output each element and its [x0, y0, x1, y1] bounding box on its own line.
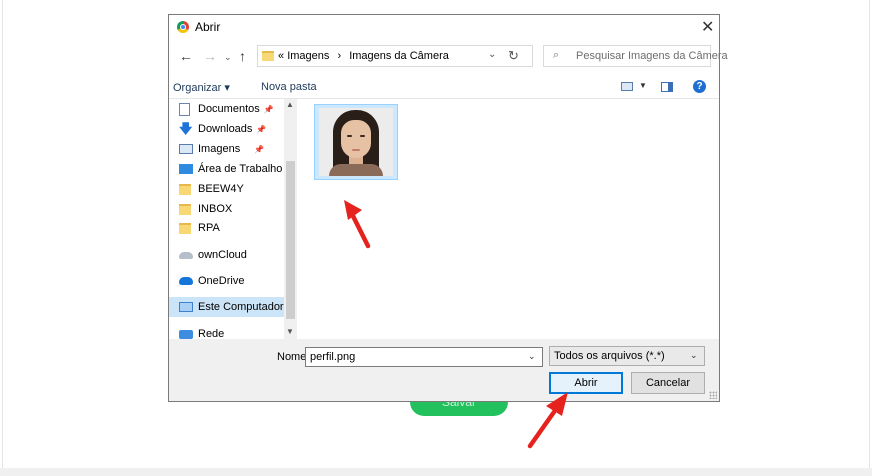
- document-icon: [179, 102, 190, 116]
- nav-item-area-de-trabalho[interactable]: Área de Trabalho: [179, 159, 295, 179]
- nav-item-inbox[interactable]: INBOX: [179, 199, 295, 219]
- address-box[interactable]: « Imagens › Imagens da Câmera ⌄ ↻: [257, 45, 533, 67]
- nav-item-rpa[interactable]: RPA: [179, 218, 295, 238]
- refresh-icon[interactable]: ↻: [508, 48, 519, 64]
- network-icon: [179, 329, 193, 339]
- nav-item-label: Este Computador: [198, 301, 284, 313]
- recent-locations-chevron-icon[interactable]: ⌄: [224, 52, 232, 63]
- file-type-select[interactable]: Todos os arquivos (*.*) ⌄: [549, 346, 705, 366]
- view-options-chevron-icon[interactable]: ▼: [639, 81, 647, 90]
- breadcrumb-images[interactable]: Imagens: [287, 50, 329, 62]
- nav-item-este-computador[interactable]: Este Computador: [169, 297, 285, 317]
- file-thumbnail-perfil[interactable]: [314, 104, 398, 180]
- nav-item-onedrive[interactable]: OneDrive: [179, 271, 295, 291]
- onedrive-icon: [179, 277, 193, 285]
- nav-item-imagens[interactable]: Imagens 📌: [179, 139, 295, 159]
- scroll-up-chevron-icon[interactable]: ▲: [286, 100, 294, 109]
- nav-item-label: Documentos: [198, 103, 260, 115]
- download-icon: 🡇: [179, 121, 193, 136]
- nav-item-label: OneDrive: [198, 275, 245, 287]
- search-placeholder: Pesquisar Imagens da Câmera: [576, 50, 728, 62]
- page-footer-strip: [0, 468, 872, 476]
- file-type-value: Todos os arquivos (*.*): [554, 350, 665, 362]
- portrait-eye: [360, 135, 365, 137]
- address-prefix: «: [278, 50, 285, 62]
- nav-item-downloads[interactable]: 🡇 Downloads 📌: [179, 119, 295, 139]
- portrait-face: [341, 120, 371, 158]
- filename-dropdown-chevron-icon[interactable]: ⌄: [528, 351, 536, 362]
- chrome-icon: [177, 21, 189, 33]
- close-icon[interactable]: ✕: [701, 17, 714, 37]
- portrait-eye: [347, 135, 352, 137]
- address-dropdown-chevron-icon[interactable]: ⌄: [488, 49, 496, 60]
- filename-value: perfil.png: [310, 351, 356, 363]
- annotation-arrow-icon: [527, 392, 568, 449]
- dialog-titlebar: Abrir ✕: [169, 15, 719, 39]
- command-toolbar: Organizar ▾ Nova pasta ▼ ?: [169, 75, 719, 99]
- computer-icon: [179, 302, 193, 312]
- nav-item-beew4y[interactable]: BEEW4Y: [179, 179, 295, 199]
- nav-item-label: Downloads: [198, 123, 253, 135]
- dialog-title: Abrir: [195, 20, 221, 34]
- search-input[interactable]: ⌕ Pesquisar Imagens da Câmera: [543, 45, 728, 67]
- nav-item-documentos[interactable]: Documentos 📌: [179, 99, 295, 119]
- folder-icon: [179, 203, 191, 215]
- dialog-footer: Nome: perfil.png ⌄ Todos os arquivos (*.…: [169, 339, 719, 401]
- pictures-icon: [179, 144, 193, 154]
- organize-menu[interactable]: Organizar ▾: [173, 81, 230, 94]
- address-path: « Imagens › Imagens da Câmera: [278, 50, 449, 62]
- folder-icon: [262, 51, 274, 61]
- annotation-arrow-icon: [344, 200, 371, 249]
- forward-arrow-icon[interactable]: →: [203, 48, 217, 64]
- portrait-photo: [319, 108, 393, 176]
- preview-pane-icon[interactable]: [661, 82, 673, 92]
- cancel-button[interactable]: Cancelar: [631, 372, 705, 394]
- pin-icon: 📌: [254, 144, 265, 154]
- file-type-chevron-icon: ⌄: [690, 350, 698, 360]
- scroll-down-chevron-icon[interactable]: ▼: [286, 327, 294, 336]
- breadcrumb-separator: ›: [337, 50, 342, 62]
- new-folder-button[interactable]: Nova pasta: [261, 81, 317, 93]
- pin-icon: 📌: [263, 104, 274, 114]
- filename-input[interactable]: perfil.png ⌄: [305, 347, 543, 367]
- folder-icon: [179, 222, 191, 234]
- folder-icon: [179, 183, 191, 195]
- navigation-pane: Documentos 📌 🡇 Downloads 📌 Imagens 📌 Área d…: [169, 99, 299, 340]
- back-arrow-icon[interactable]: ←: [179, 48, 193, 64]
- portrait-lips: [352, 149, 360, 151]
- nav-scrollbar[interactable]: ▲ ▼: [284, 99, 297, 339]
- nav-item-label: INBOX: [198, 203, 233, 215]
- up-arrow-icon[interactable]: ↑: [239, 48, 246, 64]
- change-view-icon[interactable]: [621, 82, 633, 91]
- address-bar-row: ← → ⌄ ↑ « Imagens › Imagens da Câmera ⌄ …: [169, 39, 728, 75]
- portrait-shirt: [329, 164, 383, 176]
- resize-grip-icon[interactable]: [709, 391, 717, 399]
- nav-item-owncloud[interactable]: ownCloud: [179, 245, 295, 265]
- owncloud-icon: [179, 251, 193, 259]
- scroll-thumb[interactable]: [286, 161, 295, 319]
- search-icon: ⌕: [553, 49, 560, 61]
- nav-item-label: Área de Trabalho: [198, 163, 283, 175]
- breadcrumb-camera-roll[interactable]: Imagens da Câmera: [349, 50, 449, 62]
- open-file-dialog: Abrir ✕ ← → ⌄ ↑ « Imagens › Imagens da C…: [168, 14, 728, 402]
- nav-item-label: Imagens: [198, 143, 241, 155]
- desktop-icon: [179, 164, 193, 174]
- nav-item-label: ownCloud: [198, 249, 247, 261]
- help-icon[interactable]: ?: [693, 80, 706, 93]
- nav-item-label: RPA: [198, 222, 220, 234]
- pin-icon: 📌: [256, 124, 267, 134]
- nav-item-label: BEEW4Y: [198, 183, 244, 195]
